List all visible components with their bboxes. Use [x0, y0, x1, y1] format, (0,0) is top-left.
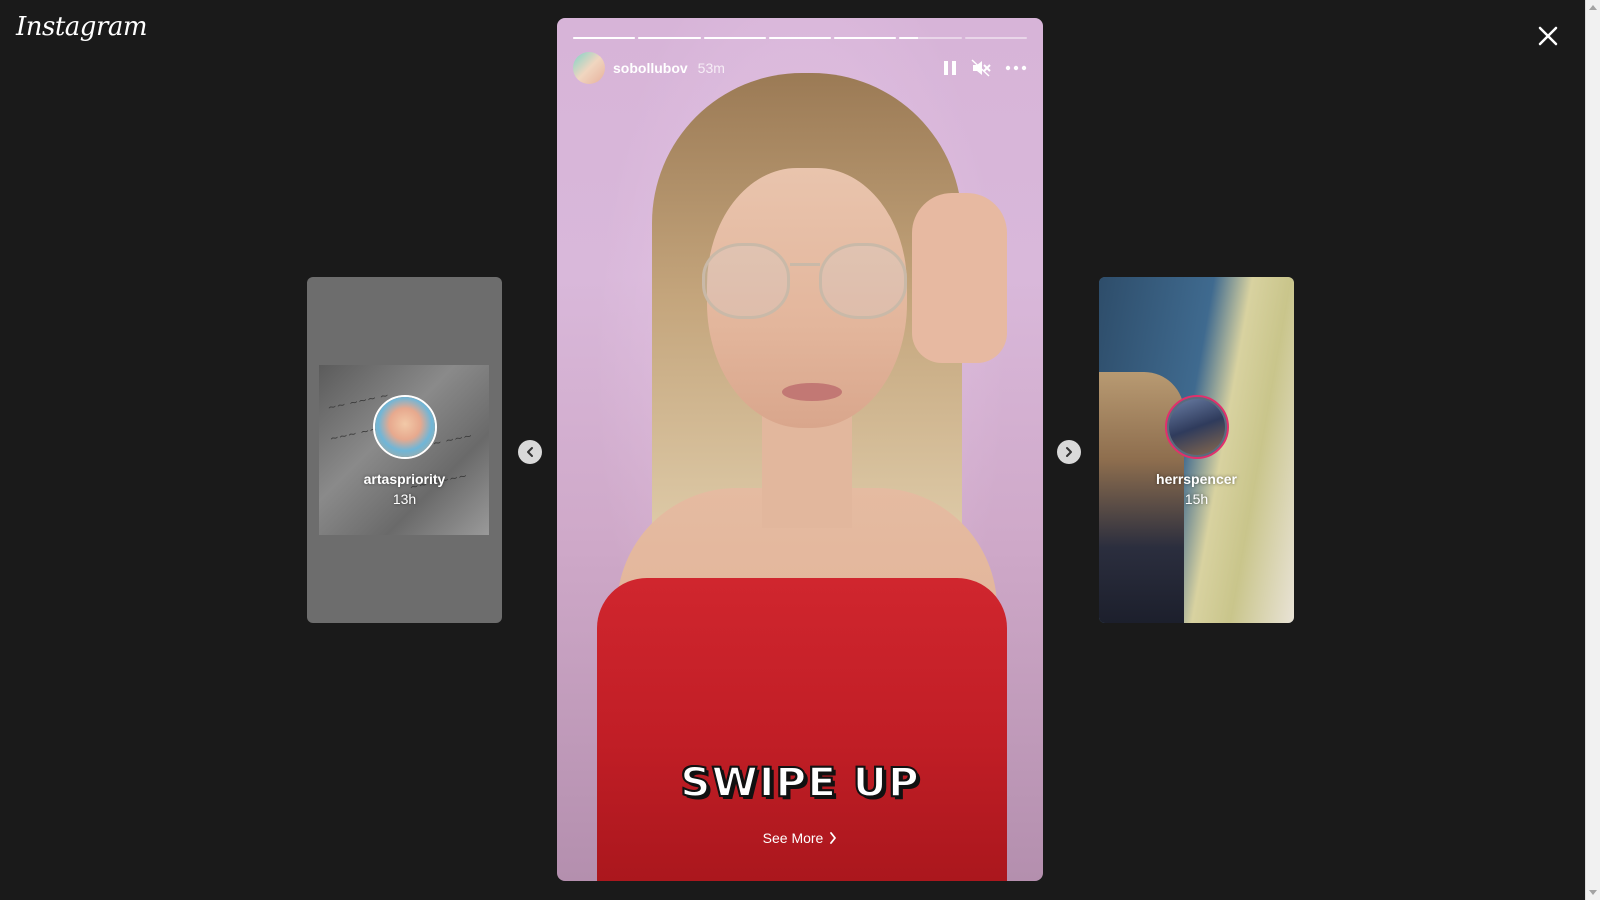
- close-button[interactable]: [1532, 20, 1564, 52]
- chevron-right-icon: [1066, 447, 1072, 457]
- story-progress-bar: [573, 37, 1027, 39]
- next-story-button[interactable]: [1057, 440, 1081, 464]
- progress-segment: [899, 37, 962, 39]
- more-options-icon: [1005, 65, 1027, 71]
- progress-segment: [573, 37, 636, 39]
- chevron-right-icon: [830, 832, 837, 844]
- more-options-button[interactable]: [1005, 65, 1027, 71]
- pause-button[interactable]: [943, 60, 957, 76]
- progress-segment: [834, 37, 897, 39]
- instagram-logo[interactable]: Instagram: [16, 12, 148, 42]
- previous-story-time: 13h: [392, 491, 417, 507]
- story-header: sobollubov 53m: [573, 52, 1027, 84]
- pause-icon: [944, 61, 956, 75]
- story-photo-hand: [912, 193, 1007, 363]
- previous-story-username: artaspriority: [363, 471, 446, 487]
- muted-speaker-icon: [971, 59, 991, 77]
- next-story-preview[interactable]: herrspencer 15h: [1099, 277, 1294, 623]
- progress-segment: [964, 37, 1027, 39]
- next-story-info: herrspencer 15h: [1099, 395, 1294, 507]
- previous-story-info: artaspriority 13h: [307, 395, 502, 507]
- previous-story-preview[interactable]: ~~ ~~~ ~ ~~~ ~~ ~~ ~~~ ~~~ ~~ ~~~~ artas…: [307, 277, 502, 623]
- progress-segment: [703, 37, 766, 39]
- avatar: [1164, 395, 1229, 459]
- page-scrollbar[interactable]: [1585, 0, 1600, 900]
- close-icon: [1538, 26, 1558, 46]
- next-story-time: 15h: [1184, 491, 1209, 507]
- story-username[interactable]: sobollubov: [613, 60, 688, 76]
- see-more-link[interactable]: See More: [557, 830, 1043, 846]
- avatar: [372, 395, 437, 459]
- scroll-down-arrow-icon[interactable]: [1589, 890, 1597, 895]
- active-story[interactable]: sobollubov 53m SWIPE UP See More: [557, 18, 1043, 881]
- previous-story-button[interactable]: [518, 440, 542, 464]
- progress-segment: [638, 37, 701, 39]
- story-time: 53m: [697, 60, 725, 76]
- swipe-up-sticker: SWIPE UP: [679, 759, 920, 807]
- see-more-label: See More: [762, 830, 824, 846]
- progress-segment: [768, 37, 832, 39]
- scroll-up-arrow-icon[interactable]: [1589, 5, 1597, 10]
- chevron-left-icon: [527, 447, 533, 457]
- next-story-username: herrspencer: [1156, 471, 1237, 487]
- avatar[interactable]: [573, 52, 605, 84]
- mute-button[interactable]: [971, 59, 991, 77]
